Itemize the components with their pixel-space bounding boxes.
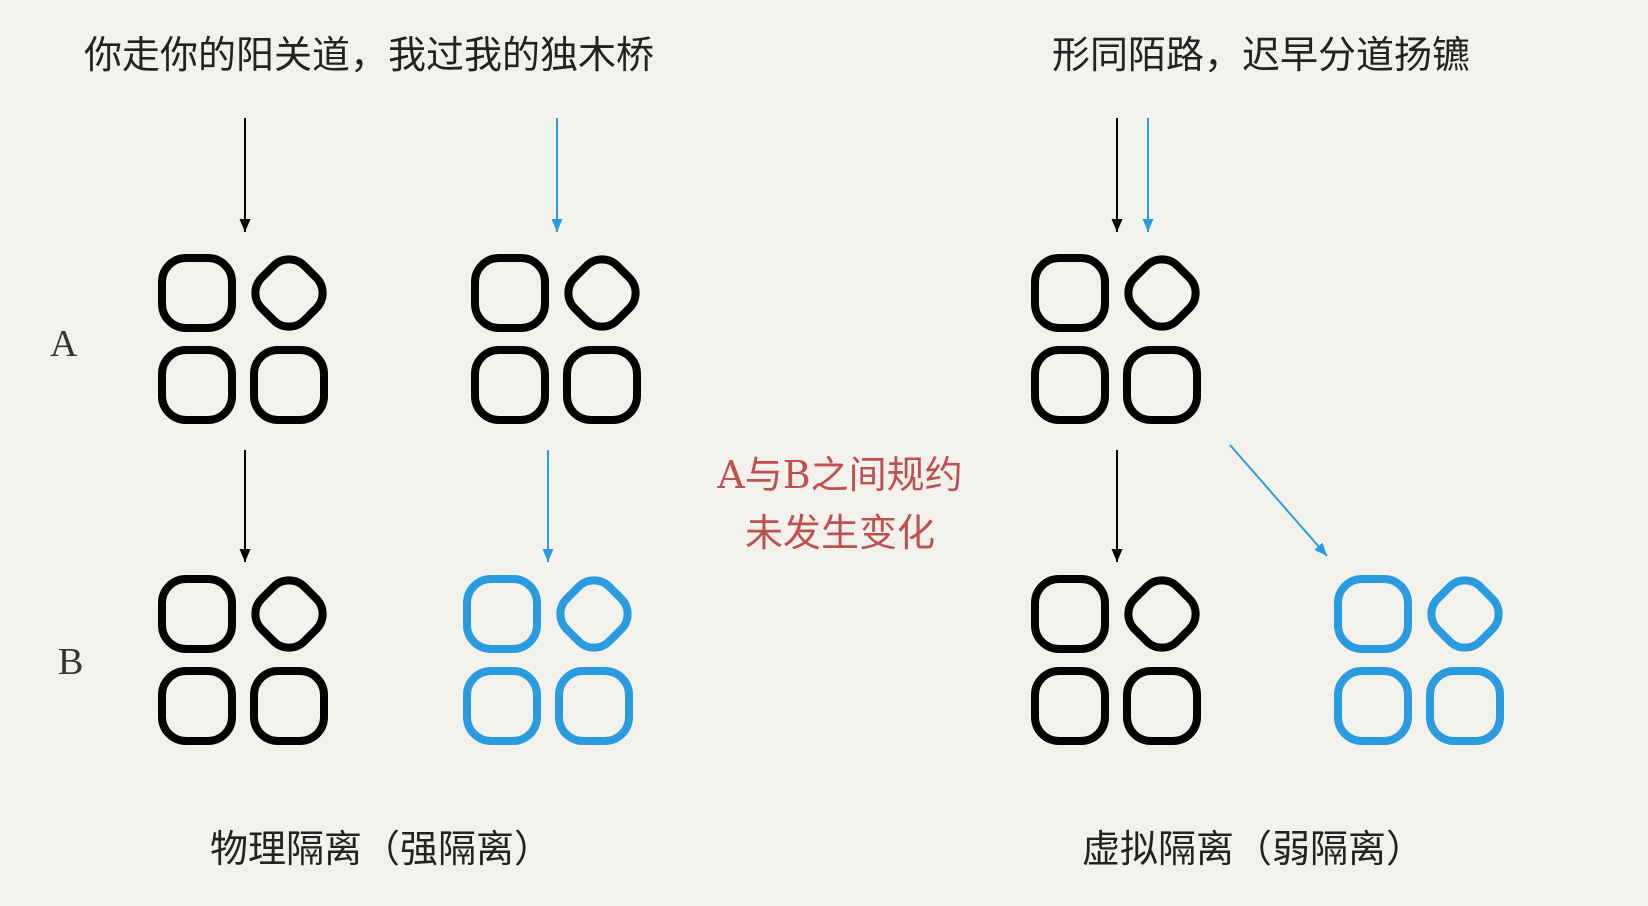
arrow-in-right-black-head [1111, 219, 1123, 232]
title-right: 形同陌路，迟早分道扬镳 [1052, 33, 1471, 77]
node-top-right [1124, 255, 1200, 331]
cluster-b-virtual-1 [1031, 575, 1201, 745]
arrow-a-to-b-left-black-head [239, 549, 251, 562]
cluster-a-physical-2 [471, 254, 641, 424]
arrow-in-right-blue-head [1142, 219, 1154, 232]
note-line-2: 未发生变化 [744, 511, 935, 555]
arrow-a-to-b-right-black-head [1111, 549, 1123, 562]
node-bottom-right [563, 346, 641, 424]
title-left: 你走你的阳关道，我过我的独木桥 [84, 33, 655, 77]
arrow-a-to-b-left-blue-head [542, 549, 554, 562]
node-bottom-left [1031, 346, 1109, 424]
arrow-in-left-black-head [239, 219, 251, 232]
cluster-a-physical-1 [158, 254, 328, 424]
arrow-in-left-blue-head [551, 219, 563, 232]
isolation-diagram: 你走你的阳关道，我过我的独木桥 形同陌路，迟早分道扬镳 A B A与B之间规约 … [0, 0, 1648, 906]
node-bottom-right [555, 667, 633, 745]
node-bottom-right [1426, 667, 1504, 745]
node-top-right [564, 255, 640, 331]
row-label-a: A [50, 323, 78, 365]
cluster-b-physical-2 [463, 575, 633, 745]
caption-physical-isolation: 物理隔离（强隔离） [210, 827, 553, 871]
node-top-right [1124, 576, 1200, 652]
node-top-left [158, 575, 236, 653]
caption-virtual-isolation: 虚拟隔离（弱隔离） [1082, 827, 1425, 871]
node-top-right [1427, 576, 1503, 652]
node-top-left [1334, 575, 1412, 653]
node-top-left [1031, 575, 1109, 653]
node-top-left [463, 575, 541, 653]
node-top-left [158, 254, 236, 332]
node-top-right [251, 576, 327, 652]
cluster-b-physical-1 [158, 575, 328, 745]
node-top-right [556, 576, 632, 652]
node-bottom-left [158, 346, 236, 424]
node-bottom-right [250, 346, 328, 424]
node-top-left [471, 254, 549, 332]
node-bottom-right [1123, 346, 1201, 424]
row-label-b: B [58, 641, 84, 683]
node-bottom-left [471, 346, 549, 424]
cluster-a-virtual [1031, 254, 1201, 424]
node-top-left [1031, 254, 1109, 332]
note-no-change: A与B之间规约 未发生变化 [690, 446, 990, 562]
node-top-right [251, 255, 327, 331]
note-line-1: A与B之间规约 [717, 453, 963, 497]
node-bottom-left [463, 667, 541, 745]
node-bottom-right [250, 667, 328, 745]
arrow-a-to-b-right-blue-shaft [1229, 444, 1328, 557]
node-bottom-left [158, 667, 236, 745]
node-bottom-right [1123, 667, 1201, 745]
node-bottom-left [1334, 667, 1412, 745]
cluster-b-virtual-2 [1334, 575, 1504, 745]
node-bottom-left [1031, 667, 1109, 745]
